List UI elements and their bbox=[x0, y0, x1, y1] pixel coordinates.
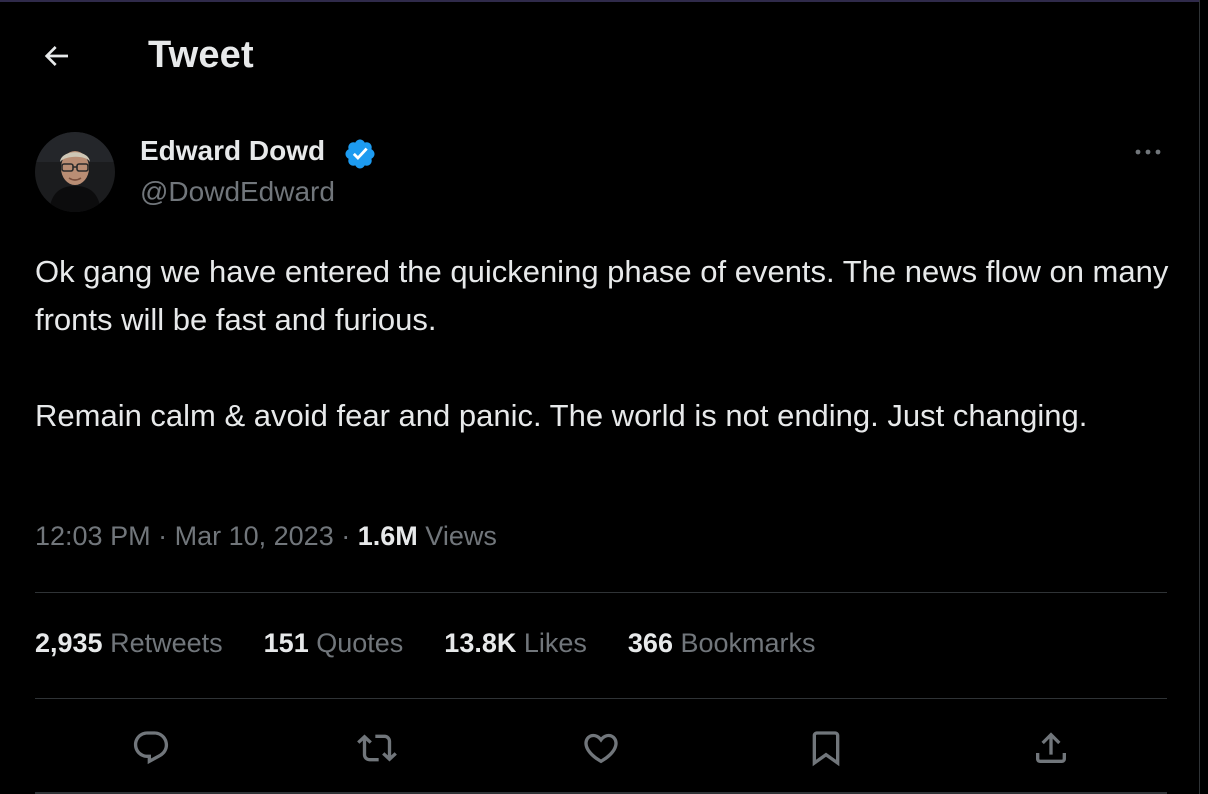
tweet-text: Ok gang we have entered the quickening p… bbox=[35, 248, 1175, 440]
tweet-paragraph: Ok gang we have entered the quickening p… bbox=[35, 254, 1169, 337]
divider bbox=[35, 698, 1167, 699]
more-horizontal-icon bbox=[1135, 149, 1161, 155]
likes-stat[interactable]: 13.8K Likes bbox=[444, 628, 587, 659]
divider bbox=[35, 592, 1167, 593]
bookmarks-count: 366 bbox=[627, 628, 673, 658]
window-right-border bbox=[1199, 0, 1208, 794]
likes-label: Likes bbox=[523, 628, 587, 658]
tweet-meta: 12:03 PM · Mar 10, 2023 · 1.6M Views bbox=[35, 521, 497, 552]
quotes-label: Quotes bbox=[316, 628, 404, 658]
bookmark-icon bbox=[812, 731, 840, 767]
verified-badge-icon bbox=[343, 137, 377, 171]
tweet-actions bbox=[35, 720, 1167, 776]
profile-photo-icon bbox=[35, 132, 115, 212]
tweet-date[interactable]: Mar 10, 2023 bbox=[175, 521, 334, 551]
page-title: Tweet bbox=[148, 34, 254, 76]
author-name[interactable]: Edward Dowd bbox=[140, 135, 325, 167]
views-label: Views bbox=[425, 521, 497, 551]
bookmarks-label: Bookmarks bbox=[680, 628, 816, 658]
tweet-paragraph: Remain calm & avoid fear and panic. The … bbox=[35, 398, 1088, 433]
meta-separator: · bbox=[158, 521, 168, 551]
likes-count: 13.8K bbox=[444, 628, 517, 658]
meta-separator: · bbox=[341, 521, 351, 551]
retweets-stat[interactable]: 2,935 Retweets bbox=[35, 628, 223, 659]
back-button[interactable] bbox=[36, 36, 76, 76]
arrow-left-icon bbox=[44, 46, 68, 66]
more-options-button[interactable] bbox=[1128, 135, 1168, 169]
quotes-stat[interactable]: 151 Quotes bbox=[264, 628, 404, 659]
retweets-label: Retweets bbox=[110, 628, 223, 658]
bookmark-button[interactable] bbox=[800, 722, 852, 774]
retweet-button[interactable] bbox=[351, 722, 403, 774]
views-count: 1.6M bbox=[357, 521, 418, 551]
retweet-icon bbox=[357, 734, 397, 762]
quotes-count: 151 bbox=[263, 628, 309, 658]
page-header: Tweet bbox=[0, 0, 1198, 110]
share-icon bbox=[1036, 732, 1066, 763]
retweets-count: 2,935 bbox=[35, 628, 103, 658]
avatar[interactable] bbox=[35, 132, 115, 212]
tweet-stats: 2,935 Retweets 151 Quotes 13.8K Likes 36… bbox=[35, 628, 857, 659]
tweet-time[interactable]: 12:03 PM bbox=[35, 521, 151, 551]
like-icon bbox=[584, 733, 618, 764]
like-button[interactable] bbox=[575, 722, 627, 774]
bookmarks-stat[interactable]: 366 Bookmarks bbox=[628, 628, 816, 659]
share-button[interactable] bbox=[1025, 722, 1077, 774]
reply-button[interactable] bbox=[125, 722, 177, 774]
reply-icon bbox=[133, 731, 169, 765]
author-handle[interactable]: @DowdEdward bbox=[140, 176, 335, 208]
